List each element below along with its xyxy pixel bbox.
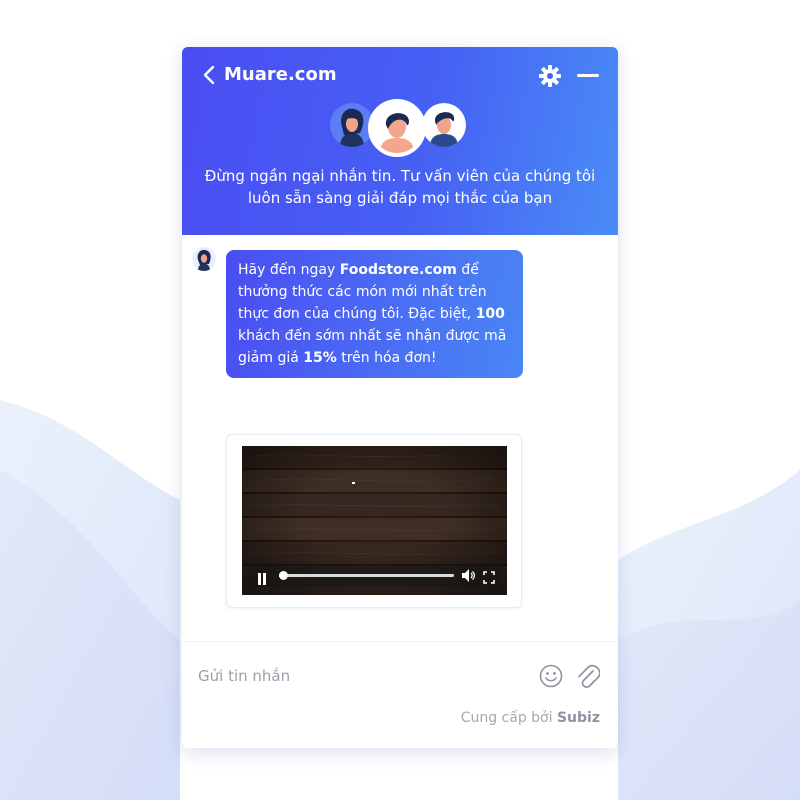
message-composer: Cung cấp bởi Subiz <box>182 641 618 748</box>
message-text-4: trên hóa đơn! <box>336 350 437 366</box>
back-button[interactable] <box>200 63 218 87</box>
agent-avatar-male-center <box>368 99 426 157</box>
message-text-1: Hãy đến ngay <box>238 262 340 278</box>
video-controls <box>249 564 500 587</box>
video-player[interactable] <box>242 446 507 595</box>
pause-button[interactable] <box>257 570 267 585</box>
fullscreen-button[interactable] <box>483 569 495 584</box>
video-attachment <box>226 434 522 608</box>
smiley-icon <box>539 664 563 688</box>
message-count: 100 <box>475 306 505 322</box>
chevron-left-icon <box>203 65 215 85</box>
agent-avatars <box>182 99 618 159</box>
video-progress-knob[interactable] <box>278 571 288 580</box>
powered-by: Cung cấp bởi Subiz <box>461 710 600 726</box>
message-brand: Foodstore.com <box>339 262 457 278</box>
message-bubble: Hãy đến ngay Foodstore.com để thưởng thứ… <box>226 250 523 378</box>
volume-icon <box>462 569 476 582</box>
emoji-button[interactable] <box>539 664 563 688</box>
gear-icon <box>539 65 561 87</box>
volume-button[interactable] <box>461 568 476 583</box>
message-list: Hãy đến ngay Foodstore.com để thưởng thứ… <box>182 235 618 641</box>
minimize-icon <box>577 74 599 77</box>
chat-title: Muare.com <box>224 64 337 85</box>
video-progress-bar[interactable] <box>278 571 454 580</box>
pause-icon <box>258 573 266 585</box>
message-input[interactable] <box>198 664 518 688</box>
minimize-button[interactable] <box>576 64 600 88</box>
powered-brand[interactable]: Subiz <box>557 710 600 726</box>
chat-header: Muare.com Đừng ngần ngại nhắn tin. Tư vấ… <box>182 47 618 235</box>
powered-prefix: Cung cấp bởi <box>460 710 557 726</box>
attach-button[interactable] <box>576 663 601 689</box>
header-tagline: Đừng ngần ngại nhắn tin. Tư vấn viên của… <box>204 167 596 207</box>
fullscreen-icon <box>483 571 495 584</box>
settings-button[interactable] <box>538 64 562 88</box>
agent-avatar-small <box>192 247 216 271</box>
chat-widget: Muare.com Đừng ngần ngại nhắn tin. Tư vấ… <box>182 47 618 748</box>
message-discount: 15% <box>303 350 337 366</box>
paperclip-icon <box>578 664 601 688</box>
agent-avatar-male-right <box>422 103 466 147</box>
